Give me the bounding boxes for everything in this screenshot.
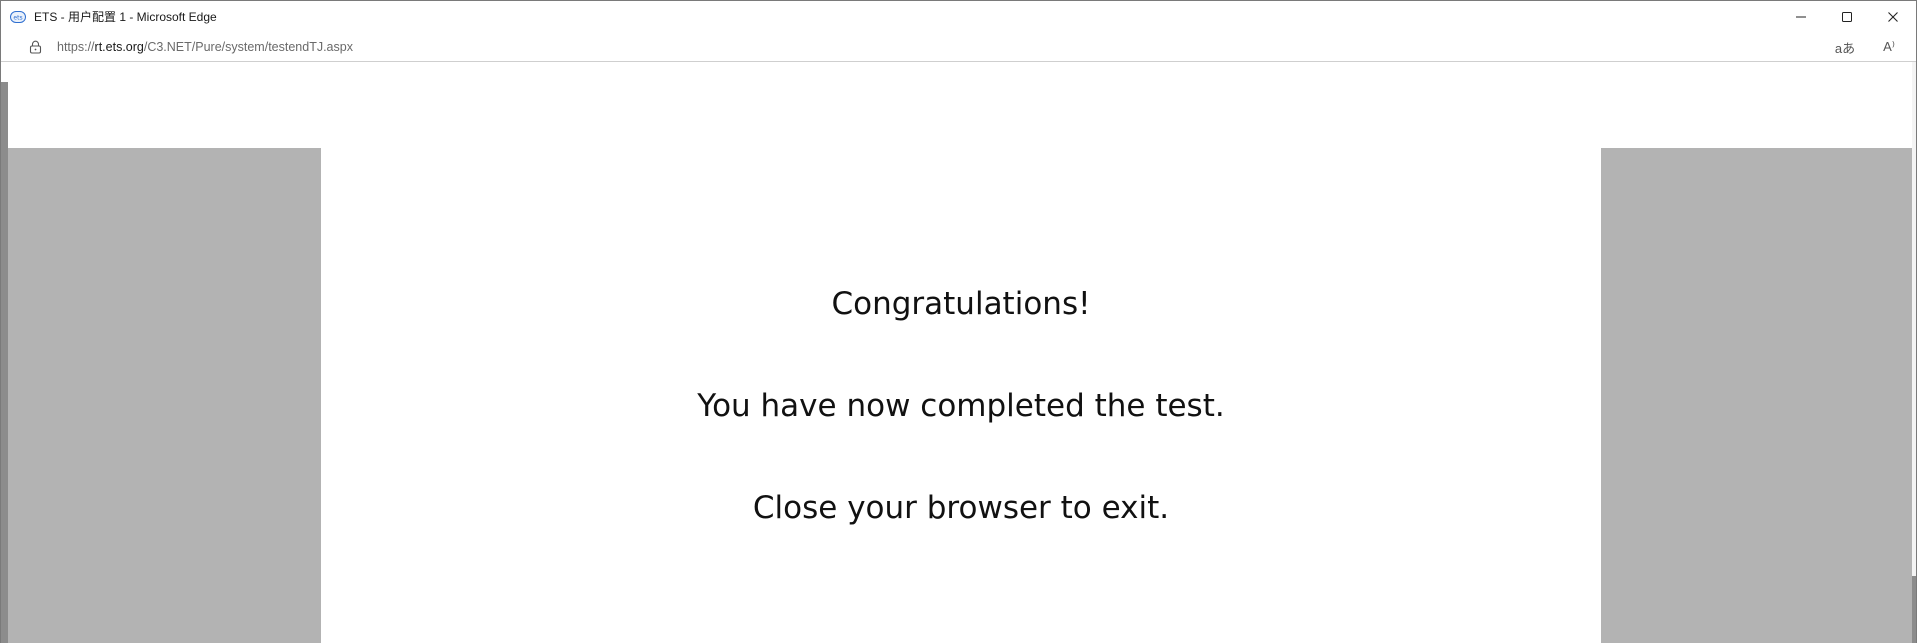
exit-instruction: Close your browser to exit. (752, 490, 1170, 526)
message-panel: Congratulations! You have now completed … (321, 148, 1601, 643)
url-path: /C3.NET/Pure/system/testendTJ.aspx (143, 39, 353, 54)
browser-window: ets ETS - 用户配置 1 - Microsoft Edge https:… (0, 0, 1917, 643)
url-host: rt.ets.org (94, 39, 144, 54)
url-prefix: https:// (57, 39, 95, 54)
edge-profile-icon[interactable]: ets (10, 9, 26, 25)
close-icon (1888, 11, 1898, 22)
read-aloud-icon[interactable]: A⁾ (1874, 32, 1904, 62)
scrollbar-thumb[interactable] (1912, 576, 1916, 643)
close-button[interactable] (1870, 1, 1916, 32)
page-content: Congratulations! You have now completed … (1, 62, 1916, 643)
congratulations-heading: Congratulations! (831, 286, 1091, 322)
address-bar: https://rt.ets.org/C3.NET/Pure/system/te… (1, 32, 1916, 62)
left-edge-strip (1, 82, 8, 643)
address-bar-tools: aあ A⁾ (1816, 32, 1904, 62)
minimize-icon (1796, 16, 1806, 17)
translate-icon[interactable]: aあ (1830, 32, 1860, 62)
minimize-button[interactable] (1778, 1, 1824, 32)
left-gray-panel (8, 148, 321, 643)
maximize-icon (1842, 11, 1852, 22)
maximize-button[interactable] (1824, 1, 1870, 32)
lock-icon[interactable] (28, 40, 42, 54)
window-controls (1778, 1, 1916, 32)
window-title: ETS - 用户配置 1 - Microsoft Edge (34, 10, 217, 24)
completion-message: You have now completed the test. (697, 388, 1225, 424)
right-gray-panel (1601, 148, 1912, 643)
url-field[interactable]: https://rt.ets.org/C3.NET/Pure/system/te… (57, 40, 353, 54)
vertical-scrollbar[interactable] (1912, 62, 1916, 643)
svg-text:ets: ets (13, 14, 22, 21)
title-bar[interactable]: ets ETS - 用户配置 1 - Microsoft Edge (1, 1, 1916, 32)
